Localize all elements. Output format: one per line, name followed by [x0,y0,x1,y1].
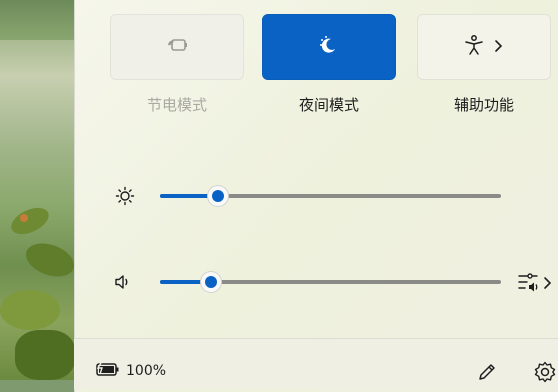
quick-settings-footer: 100% [74,338,558,389]
desktop-wallpaper [0,0,80,380]
battery-saver-label: 节电模式 [146,96,207,114]
sound-output-button[interactable] [517,271,552,297]
accessibility-label: 辅助功能 [453,96,514,114]
brightness-slider-thumb[interactable] [207,186,228,206]
night-light-label: 夜间模式 [298,96,359,114]
speaker-icon[interactable] [113,272,133,292]
pencil-icon[interactable] [476,361,498,387]
battery-charging-icon [96,360,120,381]
quick-settings-panel: 节电模式 夜间模式 辅助功能 [74,0,558,392]
volume-slider-thumb[interactable] [201,272,222,292]
night-light-toggle[interactable] [262,14,396,80]
battery-percentage: 100% [126,363,167,379]
gear-icon[interactable] [534,361,556,387]
chevron-right-icon [494,38,504,57]
battery-saver-toggle[interactable] [110,14,244,80]
accessibility-button[interactable] [417,14,551,80]
night-light-icon [318,34,340,60]
battery-saver-icon [166,37,188,57]
brightness-icon [115,186,135,206]
chevron-right-icon [543,275,552,294]
audio-output-icon [517,271,541,297]
battery-status[interactable]: 100% [96,360,167,381]
accessibility-icon [464,34,484,60]
